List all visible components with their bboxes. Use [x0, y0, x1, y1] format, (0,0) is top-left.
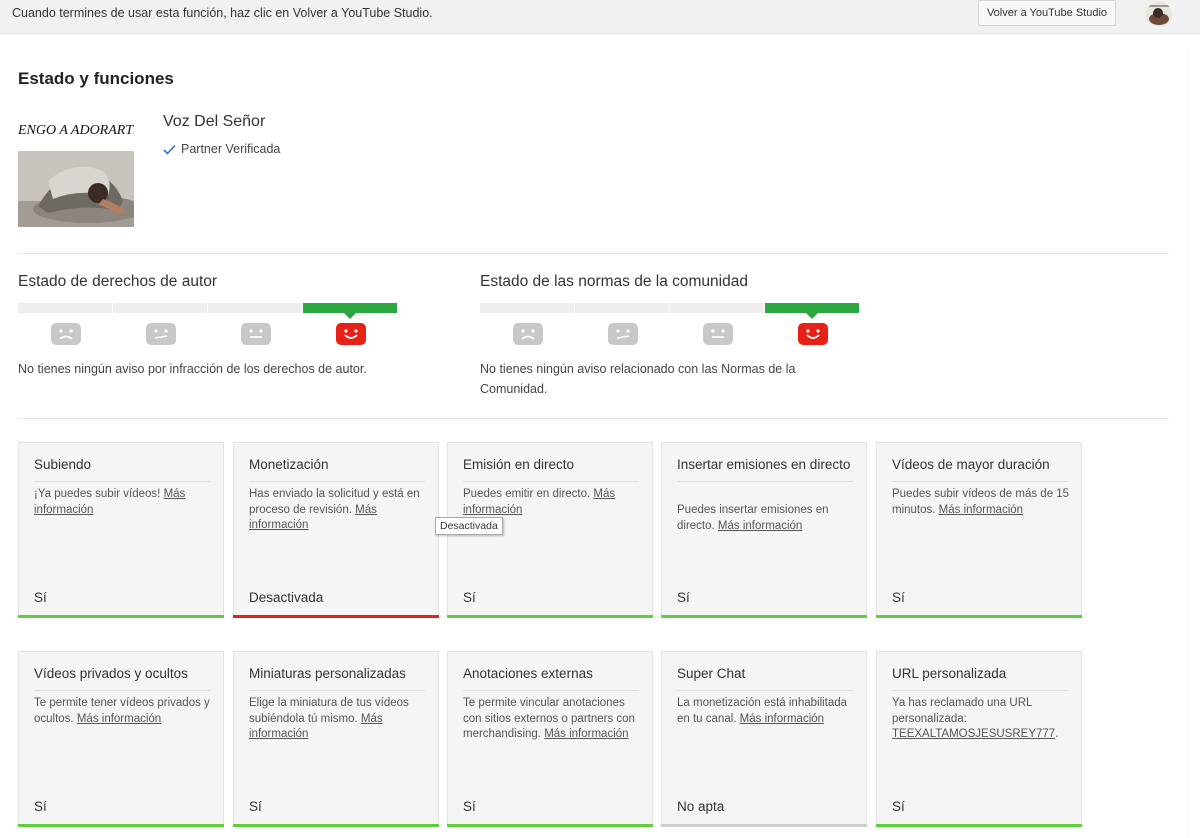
copyright-strike-bar	[18, 303, 397, 319]
more-info-link[interactable]: Más información	[939, 504, 1023, 516]
strike-segment	[670, 303, 764, 313]
card-status: Sí	[677, 590, 690, 605]
feature-card-monetization: Monetización Has enviado la solicitud y …	[233, 442, 439, 618]
channel-name: Voz Del Señor	[163, 113, 266, 130]
happy-face-icon	[335, 323, 366, 345]
status-bar	[876, 824, 1082, 827]
feature-card-super-chat: Super Chat La monetización está inhabili…	[661, 651, 867, 827]
feature-card-external-annotations: Anotaciones externas Te permite vincular…	[447, 651, 653, 827]
thumbnail-caption: ENGO A ADORARTE	[18, 123, 134, 138]
card-title: Emisión en directo	[463, 457, 639, 482]
card-title: Vídeos privados y ocultos	[34, 666, 210, 691]
status-bar	[233, 615, 439, 618]
card-status: Sí	[463, 799, 476, 814]
more-info-link[interactable]: Más información	[740, 713, 824, 725]
card-status: Sí	[463, 590, 476, 605]
verified-label: Partner Verificada	[181, 142, 281, 156]
status-bar	[447, 824, 653, 827]
status-and-features-panel: Estado y funciones ENGO A ADORARTE Voz D…	[0, 46, 1188, 838]
feature-card-private-videos: Vídeos privados y ocultos Te permite ten…	[18, 651, 224, 827]
card-status: Sí	[892, 590, 905, 605]
meh-face-icon	[607, 323, 638, 345]
account-avatar[interactable]	[1146, 2, 1172, 26]
tooltip: Desactivada	[435, 517, 503, 535]
page-title: Estado y funciones	[18, 69, 174, 88]
card-status: Sí	[892, 799, 905, 814]
card-title: Super Chat	[677, 666, 853, 691]
channel-thumbnail: ENGO A ADORARTE	[18, 111, 134, 227]
card-title: Miniaturas personalizadas	[249, 666, 425, 691]
community-strike-bar	[480, 303, 859, 319]
feature-card-embed-live: Insertar emisiones en directo Puedes ins…	[661, 442, 867, 618]
strike-segment-active	[765, 303, 859, 319]
card-description: Has enviado la solicitud y está en proce…	[249, 488, 420, 531]
card-title: Monetización	[249, 457, 425, 482]
neutral-face-icon	[702, 323, 733, 345]
status-bar	[661, 824, 867, 827]
strike-segment	[575, 303, 669, 313]
avatar-icon	[1146, 2, 1172, 26]
copyright-status-title: Estado de derechos de autor	[18, 273, 218, 290]
meh-face-icon	[145, 323, 176, 345]
card-description: ¡Ya puedes subir vídeos! Más información	[34, 488, 186, 516]
card-description: La monetización está inhabilitada en tu …	[677, 697, 848, 725]
sad-face-icon	[512, 323, 543, 345]
neutral-face-icon	[240, 323, 271, 345]
card-status: Desactivada	[249, 590, 324, 605]
checkmark-icon	[163, 144, 176, 155]
status-bar	[18, 824, 224, 827]
divider	[18, 253, 1169, 254]
card-description: Ya has reclamado una URL personalizada: …	[892, 697, 1059, 740]
strike-segment	[208, 303, 302, 313]
card-status: Sí	[249, 799, 262, 814]
card-description: Te permite vincular anotaciones con siti…	[463, 697, 635, 740]
community-faces	[480, 323, 860, 345]
more-info-link[interactable]: Más información	[77, 713, 161, 725]
feature-card-custom-thumbnails: Miniaturas personalizadas Elige la minia…	[233, 651, 439, 827]
feature-card-uploading: Subiendo ¡Ya puedes subir vídeos! Más in…	[18, 442, 224, 618]
community-status-text: No tienes ningún aviso relacionado con l…	[480, 362, 796, 396]
status-bar	[233, 824, 439, 827]
card-description: Puedes insertar emisiones en directo. Má…	[677, 504, 829, 532]
status-bar	[447, 615, 653, 618]
happy-face-icon	[797, 323, 828, 345]
card-title: Subiendo	[34, 457, 210, 482]
feature-card-longer-videos: Vídeos de mayor duración Puedes subir ví…	[876, 442, 1082, 618]
strike-segment	[480, 303, 574, 313]
card-description: Te permite tener vídeos privados y ocult…	[34, 697, 210, 725]
card-description: Puedes emitir en directo. Más informació…	[463, 488, 616, 516]
card-title: Vídeos de mayor duración	[892, 457, 1068, 482]
verified-status: Partner Verificada	[163, 142, 280, 156]
status-bar	[876, 615, 1082, 618]
community-status-title: Estado de las normas de la comunidad	[480, 273, 748, 290]
divider	[18, 418, 1169, 419]
feature-card-custom-url: URL personalizada Ya has reclamado una U…	[876, 651, 1082, 827]
copyright-status-text: No tienes ningún aviso por infracción de…	[18, 362, 367, 376]
card-status: Sí	[34, 590, 47, 605]
strike-segment	[18, 303, 112, 313]
more-info-link[interactable]: Más información	[544, 728, 628, 740]
card-title: Anotaciones externas	[463, 666, 639, 691]
back-to-studio-button[interactable]: Volver a YouTube Studio	[978, 0, 1116, 26]
card-description: Elige la miniatura de tus vídeos subiénd…	[249, 697, 409, 740]
card-description: Puedes subir vídeos de más de 15 minutos…	[892, 488, 1070, 516]
top-notice-bar: Cuando termines de usar esta función, ha…	[0, 0, 1200, 34]
custom-url-link[interactable]: TEEXALTAMOSJESUSREY777	[892, 728, 1055, 740]
card-status: No apta	[677, 799, 725, 814]
copyright-faces	[18, 323, 398, 345]
status-bar	[18, 615, 224, 618]
status-bar	[661, 615, 867, 618]
card-status: Sí	[34, 799, 47, 814]
sad-face-icon	[50, 323, 81, 345]
more-info-link[interactable]: Más información	[718, 520, 802, 532]
strike-segment	[113, 303, 207, 313]
card-title: Insertar emisiones en directo	[677, 457, 853, 482]
card-title: URL personalizada	[892, 666, 1068, 691]
strike-segment-active	[303, 303, 397, 319]
notice-text: Cuando termines de usar esta función, ha…	[12, 6, 433, 20]
